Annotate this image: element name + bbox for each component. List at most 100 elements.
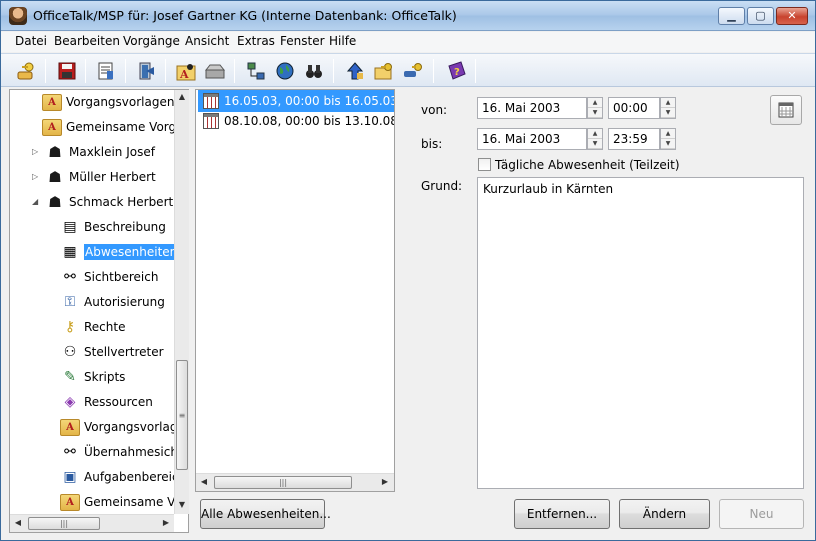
minimize-button[interactable]: ▁ xyxy=(718,7,745,25)
tree-item-mueller-herbert[interactable]: ☗ Müller Herbert xyxy=(45,166,155,188)
menu-vorgaenge[interactable]: Vorgänge xyxy=(123,34,180,48)
tree-item-autorisierung[interactable]: ⚿ Autorisierung xyxy=(60,291,165,313)
scroll-down-arrow-icon[interactable]: ▼ xyxy=(175,500,189,509)
scrollbar-thumb[interactable]: ||| xyxy=(28,517,100,530)
handshake-key-icon[interactable] xyxy=(401,59,425,83)
key-icon: ⚷ xyxy=(64,319,76,335)
spin-down-icon[interactable]: ▼ xyxy=(661,139,675,149)
calendar-icon xyxy=(203,113,219,129)
tree-item-beschreibung[interactable]: ▤ Beschreibung xyxy=(60,216,166,238)
scroll-left-arrow-icon[interactable]: ◀ xyxy=(199,477,209,486)
menu-bar: Datei Bearbeiten Vorgänge Ansicht Extras… xyxy=(1,32,815,52)
new-button[interactable]: Neu xyxy=(719,499,804,529)
svg-text:?: ? xyxy=(454,67,460,78)
von-date-field[interactable]: 16. Mai 2003 xyxy=(477,97,587,119)
scroll-right-arrow-icon[interactable]: ▶ xyxy=(380,477,390,486)
scroll-up-arrow-icon[interactable]: ▲ xyxy=(175,92,189,101)
title-bar[interactable]: OfficeTalk/MSP für: Josef Gartner KG (In… xyxy=(1,1,815,31)
person-folder-icon[interactable]: A xyxy=(174,59,198,83)
menu-ansicht[interactable]: Ansicht xyxy=(185,34,229,48)
tree-vertical-scrollbar[interactable]: ▲ ≡ ▼ xyxy=(174,90,189,514)
tree-item-vorgangsvorlagen[interactable]: A Vorgangsvorlagen xyxy=(42,91,174,113)
grund-textarea[interactable]: Kurzurlaub in Kärnten xyxy=(477,177,804,489)
tree-item-aufgabenbereich[interactable]: ▣Aufgabenbereich xyxy=(60,466,174,488)
save-disk-icon[interactable] xyxy=(55,59,79,83)
resources-icon: ◈ xyxy=(64,394,76,410)
tree-item-gemeinsame-vorgaenge[interactable]: AGemeinsame Vorgänge xyxy=(42,116,174,138)
von-time-spinner[interactable]: ▲ ▼ xyxy=(660,97,676,119)
vorlage-folder-icon: A xyxy=(60,493,80,511)
absence-list[interactable]: 16.05.03, 00:00 bis 16.05.03, 23:59 08.1… xyxy=(195,89,395,492)
glasses-icon: ⚯ xyxy=(64,269,76,285)
spin-down-icon[interactable]: ▼ xyxy=(588,139,602,149)
tree-horizontal-scrollbar[interactable]: ◀ ||| ▶ xyxy=(10,514,174,532)
help-book-icon[interactable]: ? xyxy=(444,59,468,83)
bis-date-field[interactable]: 16. Mai 2003 xyxy=(477,128,587,150)
bis-time-spinner[interactable]: ▲ ▼ xyxy=(660,128,676,150)
open-tray-icon[interactable] xyxy=(203,59,227,83)
von-time-field[interactable]: 00:00 xyxy=(608,97,660,119)
arrow-up-icon[interactable] xyxy=(343,59,367,83)
expand-arrow-icon[interactable]: ▷ xyxy=(32,172,38,181)
expand-arrow-icon[interactable]: ▷ xyxy=(32,147,38,156)
window-title: OfficeTalk/MSP für: Josef Gartner KG (In… xyxy=(33,8,457,23)
spin-up-icon[interactable]: ▲ xyxy=(661,129,675,139)
menu-bearbeiten[interactable]: Bearbeiten xyxy=(54,34,120,48)
authorization-icon: ⚿ xyxy=(64,294,76,310)
hand-key-icon[interactable] xyxy=(14,59,38,83)
bis-date-spinner[interactable]: ▲ ▼ xyxy=(587,128,603,150)
exit-door-icon[interactable] xyxy=(134,59,158,83)
collapse-arrow-icon[interactable]: ◢ xyxy=(32,197,38,206)
tree-item-schmack-herbert[interactable]: ☗ Schmack Herbert xyxy=(45,191,173,213)
maximize-button[interactable]: ▢ xyxy=(747,7,774,25)
task-area-icon: ▣ xyxy=(63,469,77,485)
spin-up-icon[interactable]: ▲ xyxy=(661,98,675,108)
von-date-spinner[interactable]: ▲ ▼ xyxy=(587,97,603,119)
tree-item-abwesenheiten[interactable]: ▦ Abwesenheiten xyxy=(60,241,174,263)
takeover-view-icon: ⚯ xyxy=(64,444,76,460)
binoculars-icon[interactable] xyxy=(302,59,326,83)
user-icon: ☗ xyxy=(48,143,62,161)
von-label: von: xyxy=(421,103,448,117)
tree-item-stellvertreter[interactable]: ⚇ Stellvertreter xyxy=(60,341,164,363)
application-window: OfficeTalk/MSP für: Josef Gartner KG (In… xyxy=(0,0,816,541)
spin-down-icon[interactable]: ▼ xyxy=(661,108,675,118)
tree-item-sichtbereich[interactable]: ⚯ Sichtbereich xyxy=(60,266,158,288)
absence-row[interactable]: 16.05.03, 00:00 bis 16.05.03, 23:59 xyxy=(198,90,394,112)
spin-down-icon[interactable]: ▼ xyxy=(588,108,602,118)
bis-time-field[interactable]: 23:59 xyxy=(608,128,660,150)
calendar-button[interactable] xyxy=(770,95,802,125)
tree-item-ressourcen[interactable]: ◈ Ressourcen xyxy=(60,391,153,413)
scroll-left-arrow-icon[interactable]: ◀ xyxy=(13,518,23,527)
app-icon[interactable] xyxy=(9,7,27,25)
globe-icon[interactable] xyxy=(273,59,297,83)
navigation-tree[interactable]: AVorgangsvorlagen AGemeinsame Vorgänge ▷… xyxy=(9,89,189,533)
menu-fenster[interactable]: Fenster xyxy=(280,34,325,48)
tree-item-skripts[interactable]: ✎ Skripts xyxy=(60,366,125,388)
all-absences-button[interactable]: Alle Abwesenheiten... xyxy=(200,499,331,529)
menu-datei[interactable]: Datei xyxy=(15,34,47,48)
properties-icon[interactable] xyxy=(94,59,118,83)
absence-row[interactable]: 08.10.08, 00:00 bis 13.10.08, 23:59 xyxy=(198,110,394,132)
close-button[interactable]: ✕ xyxy=(776,7,808,25)
network-icon[interactable] xyxy=(244,59,268,83)
remove-button[interactable]: Entfernen... xyxy=(514,499,610,529)
menu-extras[interactable]: Extras xyxy=(237,34,275,48)
calendar-icon xyxy=(203,93,219,109)
svg-text:A: A xyxy=(179,68,189,81)
scroll-right-arrow-icon[interactable]: ▶ xyxy=(161,518,171,527)
scrollbar-thumb[interactable]: ||| xyxy=(214,476,352,489)
tree-item-uebernahmesichtbereich[interactable]: ⚯Übernahmesichtbereich xyxy=(60,441,174,463)
list-horizontal-scrollbar[interactable]: ◀ ||| ▶ xyxy=(196,473,394,491)
tree-item-gemeinsame-vorgaenge-user[interactable]: AGemeinsame Vorgänge xyxy=(60,491,174,513)
tree-item-maxklein-josef[interactable]: ☗ Maxklein Josef xyxy=(45,141,155,163)
spin-up-icon[interactable]: ▲ xyxy=(588,129,602,139)
tree-item-vorgangsvorlagen-user[interactable]: AVorgangsvorlagen xyxy=(60,416,174,438)
scrollbar-thumb[interactable]: ≡ xyxy=(176,360,188,470)
daily-absence-checkbox[interactable] xyxy=(478,158,491,171)
key-folder-icon[interactable] xyxy=(372,59,396,83)
change-button[interactable]: Ändern xyxy=(619,499,710,529)
menu-hilfe[interactable]: Hilfe xyxy=(329,34,356,48)
spin-up-icon[interactable]: ▲ xyxy=(588,98,602,108)
tree-item-rechte[interactable]: ⚷ Rechte xyxy=(60,316,126,338)
